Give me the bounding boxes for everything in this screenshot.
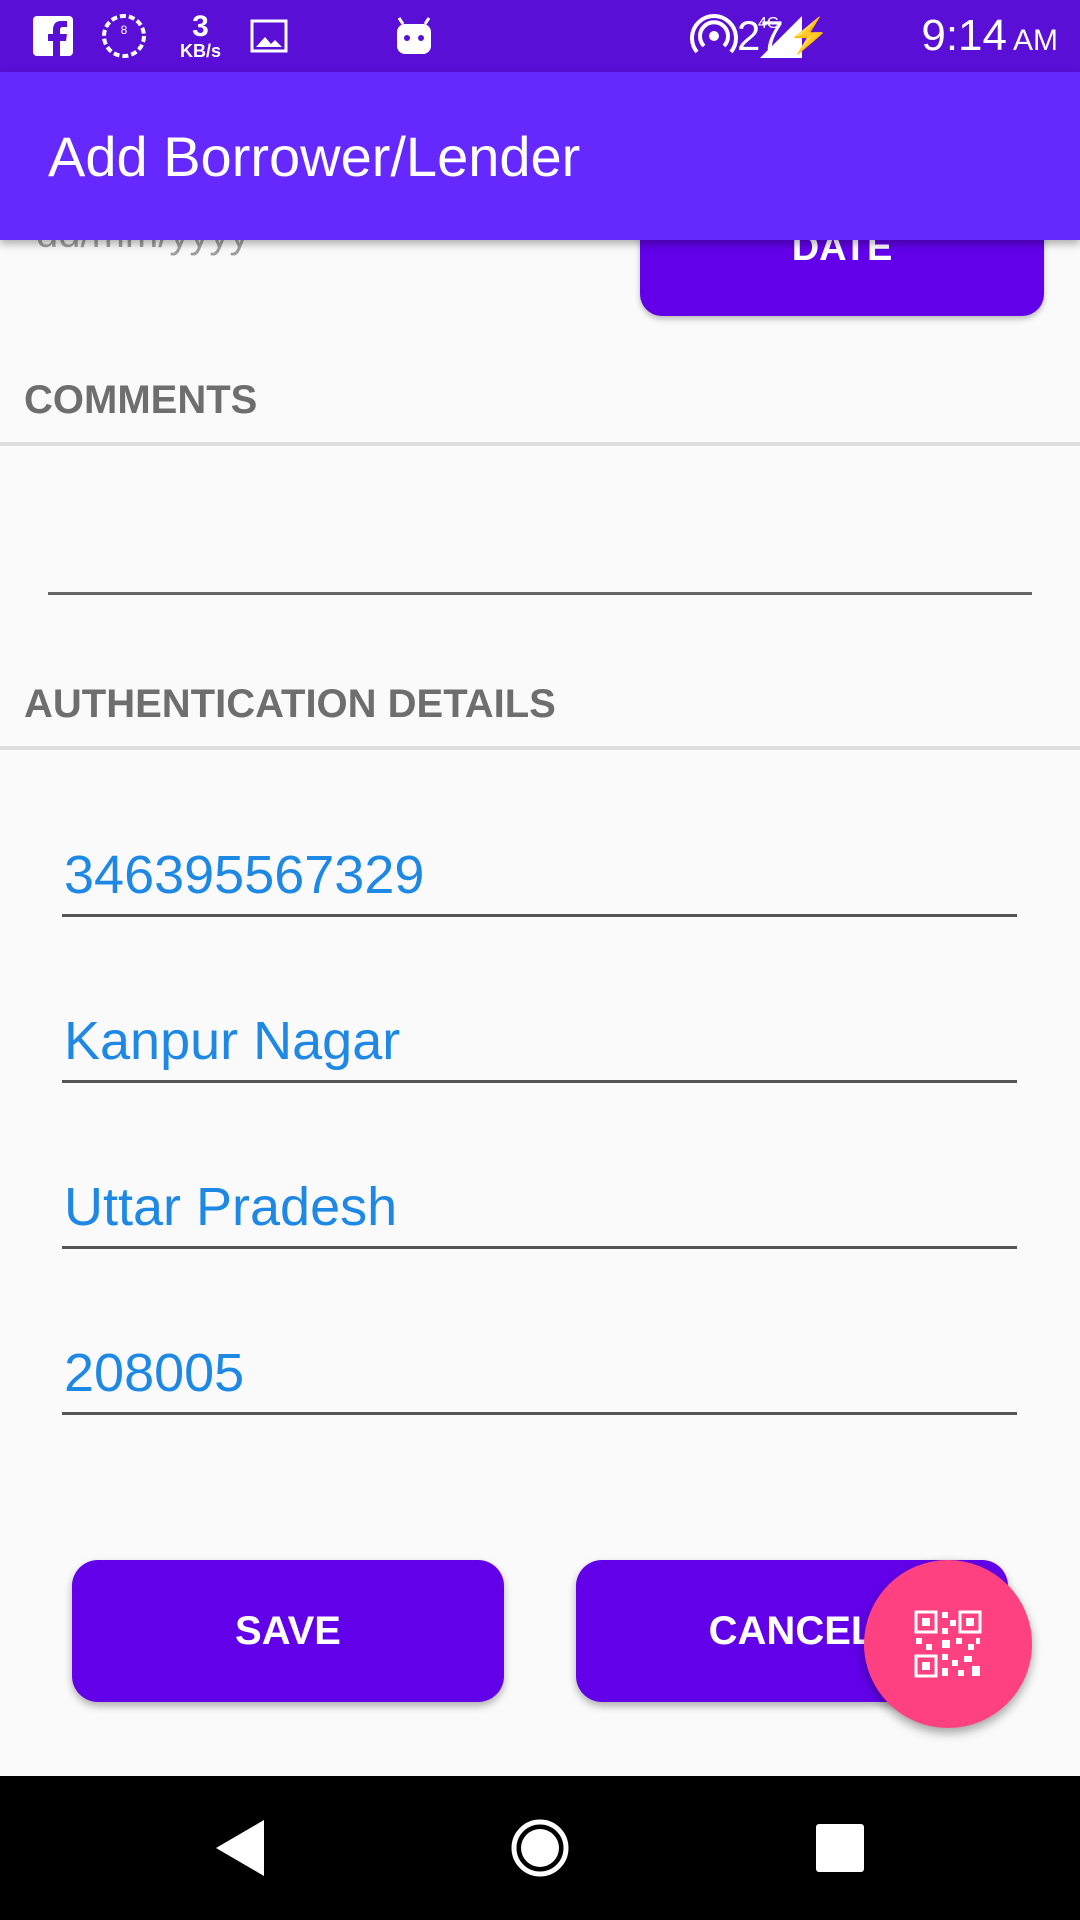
charging-icon: ⚡ <box>787 17 830 55</box>
back-button[interactable] <box>180 1776 300 1920</box>
status-bar: 8 3 KB/s 4G 27 ⚡ 9:14 AM <box>0 0 1080 72</box>
home-button[interactable] <box>480 1776 600 1920</box>
battery-level: 27 ⚡ <box>736 12 830 59</box>
save-button[interactable]: SAVE <box>72 1560 504 1702</box>
form-content[interactable]: dd/mm/yyyy DATE COMMENTS AUTHENTICATION … <box>0 240 1080 1776</box>
badge-icon: 8 <box>98 0 150 72</box>
hotspot-icon <box>690 0 738 72</box>
network-speed: 3 KB/s <box>180 10 222 61</box>
facebook-icon <box>32 0 74 72</box>
app-bar: Add Borrower/Lender <box>0 72 1080 240</box>
date-button[interactable]: DATE <box>640 240 1044 316</box>
clock: 9:14 AM <box>921 11 1058 60</box>
svg-text:8: 8 <box>121 23 128 37</box>
section-divider <box>0 442 1080 446</box>
date-field[interactable]: dd/mm/yyyy <box>36 240 249 257</box>
authentication-header: AUTHENTICATION DETAILS <box>24 682 556 726</box>
recents-button[interactable] <box>780 1776 900 1920</box>
city-field[interactable]: Kanpur Nagar <box>62 1000 1017 1083</box>
scan-qr-button[interactable] <box>864 1560 1032 1728</box>
recents-icon <box>816 1824 864 1872</box>
comments-field[interactable] <box>48 592 1032 595</box>
image-icon <box>250 0 288 72</box>
home-icon <box>511 1819 569 1877</box>
aadhaar-number-field[interactable]: 346395567329 <box>62 834 1017 917</box>
pincode-field[interactable]: 208005 <box>62 1332 1017 1415</box>
page-title: Add Borrower/Lender <box>48 124 581 188</box>
back-icon <box>216 1820 264 1876</box>
comments-header: COMMENTS <box>24 378 258 422</box>
android-icon <box>395 0 433 72</box>
navigation-bar <box>0 1776 1080 1920</box>
section-divider <box>0 746 1080 750</box>
qr-code-icon <box>914 1610 982 1678</box>
state-field[interactable]: Uttar Pradesh <box>62 1166 1017 1249</box>
